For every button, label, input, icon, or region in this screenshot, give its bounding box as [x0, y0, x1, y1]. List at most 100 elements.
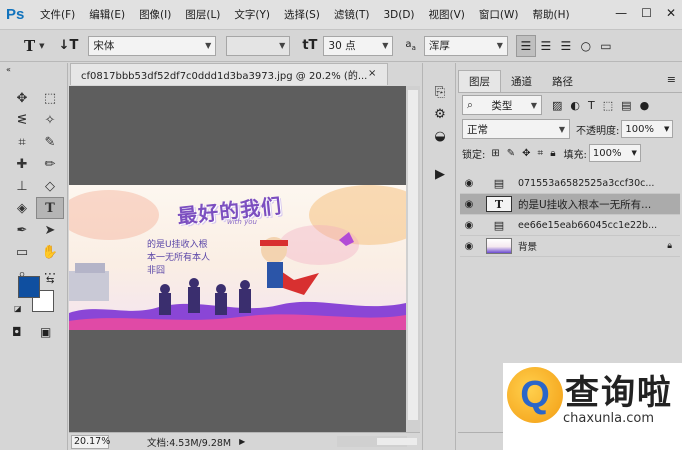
- scroll-thumb[interactable]: [377, 438, 417, 445]
- quick-mask-icon[interactable]: ◘: [12, 325, 22, 339]
- history-icon[interactable]: ⎘: [423, 81, 457, 103]
- close-button[interactable]: ✕: [666, 6, 676, 20]
- window-controls: — ☐ ✕: [615, 6, 676, 20]
- canvas-area[interactable]: 最好的我们 with you 的是U挂收入根 本一无所有本人 非囧: [69, 86, 406, 432]
- healing-brush-tool-icon[interactable]: ✚: [8, 153, 36, 175]
- adjustment-filter-icon[interactable]: ◐: [570, 99, 580, 112]
- text-tool-preset-icon[interactable]: T: [24, 37, 35, 55]
- tab-layers[interactable]: 图层: [458, 70, 501, 92]
- chevron-down-icon: ▼: [631, 149, 637, 157]
- eye-icon[interactable]: ◉: [460, 199, 478, 210]
- filter-toggle-icon[interactable]: ●: [640, 99, 650, 112]
- document-image: 最好的我们 with you 的是U挂收入根 本一无所有本人 非囧: [69, 185, 406, 330]
- eye-icon[interactable]: ◉: [460, 178, 478, 189]
- lock-artboard-icon[interactable]: ⌗: [538, 148, 544, 159]
- play-actions-icon[interactable]: ▶: [423, 163, 457, 185]
- text-layer-icon: T: [486, 196, 512, 212]
- layer-filter-select[interactable]: ⌕ 类型 ▼: [462, 95, 542, 115]
- font-family-select[interactable]: 宋体 ▼: [88, 35, 217, 56]
- watermark-url: chaxunla.com: [563, 411, 654, 426]
- adjustments-icon[interactable]: ◒: [423, 125, 457, 147]
- clone-stamp-tool-icon[interactable]: ⊥: [8, 175, 36, 197]
- layer-row[interactable]: ◉ 背景 🔒︎: [460, 236, 680, 257]
- font-size-select[interactable]: 30 点 ▼: [323, 35, 394, 56]
- foreground-color-swatch[interactable]: [18, 276, 40, 298]
- tools-panel: « ✥ ⬚ ᓬ ✧ ⌗ ✎ ✚ ✏ ⊥ ◇ ◈ T ✒ ➤ ▭ ✋ ⌕ ⋯ ⇆ …: [0, 63, 68, 450]
- lock-position-icon[interactable]: ✥: [522, 148, 530, 159]
- move-tool-icon[interactable]: ✥: [8, 87, 36, 109]
- smart-object-filter-icon[interactable]: ▤: [621, 99, 631, 112]
- align-right-icon: ☰: [560, 38, 572, 53]
- zoom-level-field[interactable]: 20.17%: [71, 434, 110, 449]
- eye-icon[interactable]: ◉: [460, 220, 478, 231]
- menu-select[interactable]: 选择(S): [284, 7, 320, 22]
- paint-bucket-tool-icon[interactable]: ◈: [8, 197, 36, 219]
- lock-pixels-icon[interactable]: ✎: [507, 148, 515, 159]
- type-filter-icon[interactable]: T: [588, 99, 595, 112]
- menu-3d[interactable]: 3D(D): [383, 9, 414, 21]
- type-tool-icon[interactable]: T: [36, 197, 64, 219]
- chevron-right-icon[interactable]: ▶: [239, 437, 245, 446]
- eyedropper-tool-icon[interactable]: ✎: [36, 131, 64, 153]
- lock-transparent-icon[interactable]: ⊞: [491, 148, 499, 159]
- layer-row[interactable]: ◉ ▤ ee66e15eab66045cc1e22b...: [460, 215, 680, 236]
- align-right-button[interactable]: ☰: [556, 35, 576, 57]
- menu-help[interactable]: 帮助(H): [533, 7, 570, 22]
- screen-mode-icon[interactable]: ▣: [40, 325, 51, 339]
- horizontal-scrollbar[interactable]: [337, 436, 417, 447]
- menu-layer[interactable]: 图层(L): [185, 7, 220, 22]
- close-icon[interactable]: ×: [368, 68, 376, 79]
- status-bar: 20.17% 文档:4.53M/9.28M ▶: [69, 432, 420, 450]
- eye-icon[interactable]: ◉: [460, 241, 478, 252]
- layer-thumbnail: [486, 238, 512, 254]
- panel-menu-icon[interactable]: ≡: [667, 73, 676, 86]
- menu-file[interactable]: 文件(F): [40, 7, 75, 22]
- document-tab[interactable]: cf0817bbb53df52df7c0ddd1d3ba3973.jpg @ 2…: [70, 63, 388, 85]
- opacity-label: 不透明度:: [576, 125, 620, 137]
- warp-text-button[interactable]: ▭: [596, 35, 616, 57]
- marquee-tool-icon[interactable]: ⬚: [36, 87, 64, 109]
- swap-colors-icon[interactable]: ⇆: [46, 275, 54, 286]
- menu-view[interactable]: 视图(V): [429, 7, 465, 22]
- font-style-select[interactable]: ▼: [226, 35, 291, 56]
- menu-type[interactable]: 文字(Y): [234, 7, 270, 22]
- tab-paths[interactable]: 路径: [542, 70, 583, 92]
- tools-collapse-icon[interactable]: «: [6, 65, 11, 74]
- watermark-logo: Q: [507, 367, 563, 423]
- hand-tool-icon[interactable]: ✋: [36, 241, 64, 263]
- layer-name: 071553a6582525a3ccf30c...: [518, 177, 655, 189]
- minimize-button[interactable]: —: [615, 6, 627, 20]
- blend-mode-select[interactable]: 正常 ▼: [462, 119, 570, 139]
- antialias-select[interactable]: 浑厚 ▼: [423, 35, 508, 56]
- eraser-tool-icon[interactable]: ◇: [36, 175, 64, 197]
- align-center-button[interactable]: ☰: [536, 35, 556, 57]
- menu-filter[interactable]: 滤镜(T): [334, 7, 370, 22]
- image-filter-icon[interactable]: ▨: [552, 99, 562, 112]
- path-selection-tool-icon[interactable]: ➤: [36, 219, 64, 241]
- default-colors-icon[interactable]: ◪: [14, 304, 22, 313]
- menu-edit[interactable]: 编辑(E): [89, 7, 125, 22]
- tab-channels[interactable]: 通道: [501, 70, 542, 92]
- layer-row-selected[interactable]: ◉ T 的是U挂收入根本一无所有...: [460, 194, 680, 215]
- opacity-field[interactable]: 100% ▼: [621, 120, 674, 138]
- layer-row[interactable]: ◉ ▤ 071553a6582525a3ccf30c...: [460, 173, 680, 194]
- scroll-thumb[interactable]: [408, 90, 418, 420]
- crop-tool-icon[interactable]: ⌗: [8, 131, 36, 153]
- pen-tool-icon[interactable]: ✒: [8, 219, 36, 241]
- menu-window[interactable]: 窗口(W): [479, 7, 519, 22]
- lasso-tool-icon[interactable]: ᓬ: [8, 109, 36, 131]
- magic-wand-tool-icon[interactable]: ✧: [36, 109, 64, 131]
- properties-icon[interactable]: ⚙: [423, 103, 457, 125]
- shape-filter-icon[interactable]: ⬚: [603, 99, 613, 112]
- lock-all-icon[interactable]: 🔒︎: [550, 148, 555, 159]
- rectangle-tool-icon[interactable]: ▭: [8, 241, 36, 263]
- fill-field[interactable]: 100% ▼: [588, 144, 641, 162]
- text-orientation-icon[interactable]: ↓T: [59, 38, 79, 53]
- maximize-button[interactable]: ☐: [641, 6, 652, 20]
- text-color-button[interactable]: ○: [576, 35, 596, 57]
- menu-image[interactable]: 图像(I): [139, 7, 171, 22]
- align-left-button[interactable]: ☰: [515, 34, 536, 57]
- chevron-down-icon[interactable]: ▼: [39, 42, 44, 50]
- brush-tool-icon[interactable]: ✏: [36, 153, 64, 175]
- vertical-scrollbar[interactable]: [406, 86, 420, 432]
